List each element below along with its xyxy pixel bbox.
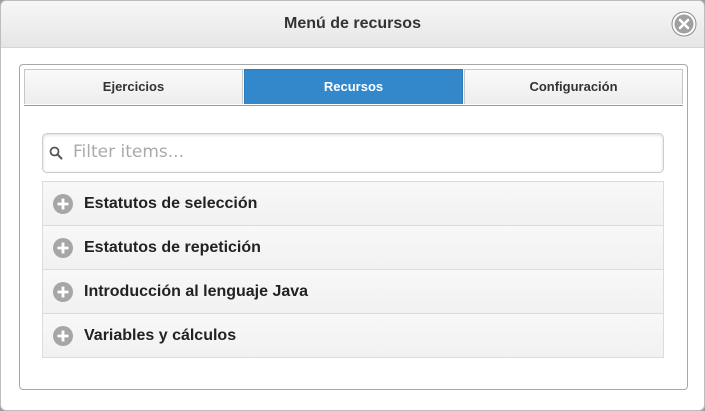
tab-panel: Ejercicios Recursos Configuración Estatu…: [19, 64, 688, 390]
list-item-label: Estatutos de selección: [84, 195, 258, 212]
list-item[interactable]: Estatutos de repetición: [42, 226, 664, 270]
resource-list: Estatutos de selección Estatutos de repe…: [42, 181, 664, 358]
plus-circle-icon: [53, 326, 73, 346]
list-item[interactable]: Variables y cálculos: [42, 314, 664, 358]
list-item[interactable]: Introducción al lenguaje Java: [42, 270, 664, 314]
list-item[interactable]: Estatutos de selección: [42, 181, 664, 226]
filter-input[interactable]: [73, 138, 653, 166]
list-item-label: Estatutos de repetición: [84, 239, 261, 256]
plus-circle-icon: [53, 282, 73, 302]
tab-bar: Ejercicios Recursos Configuración: [24, 69, 683, 106]
plus-circle-icon: [53, 194, 73, 214]
tab-ejercicios[interactable]: Ejercicios: [24, 69, 243, 104]
tab-configuracion[interactable]: Configuración: [464, 69, 683, 104]
tab-recursos[interactable]: Recursos: [244, 69, 463, 104]
close-button[interactable]: [671, 11, 697, 37]
search-icon: [49, 146, 63, 160]
list-item-label: Variables y cálculos: [84, 327, 237, 344]
search-box: [42, 133, 664, 173]
resources-dialog: Menú de recursos Ejercicios Recursos Con…: [0, 0, 705, 411]
dialog-title: Menú de recursos: [284, 15, 421, 32]
dialog-header: Menú de recursos: [1, 1, 704, 48]
close-circle-icon: [671, 11, 697, 37]
list-item-label: Introducción al lenguaje Java: [84, 283, 309, 300]
plus-circle-icon: [53, 238, 73, 258]
